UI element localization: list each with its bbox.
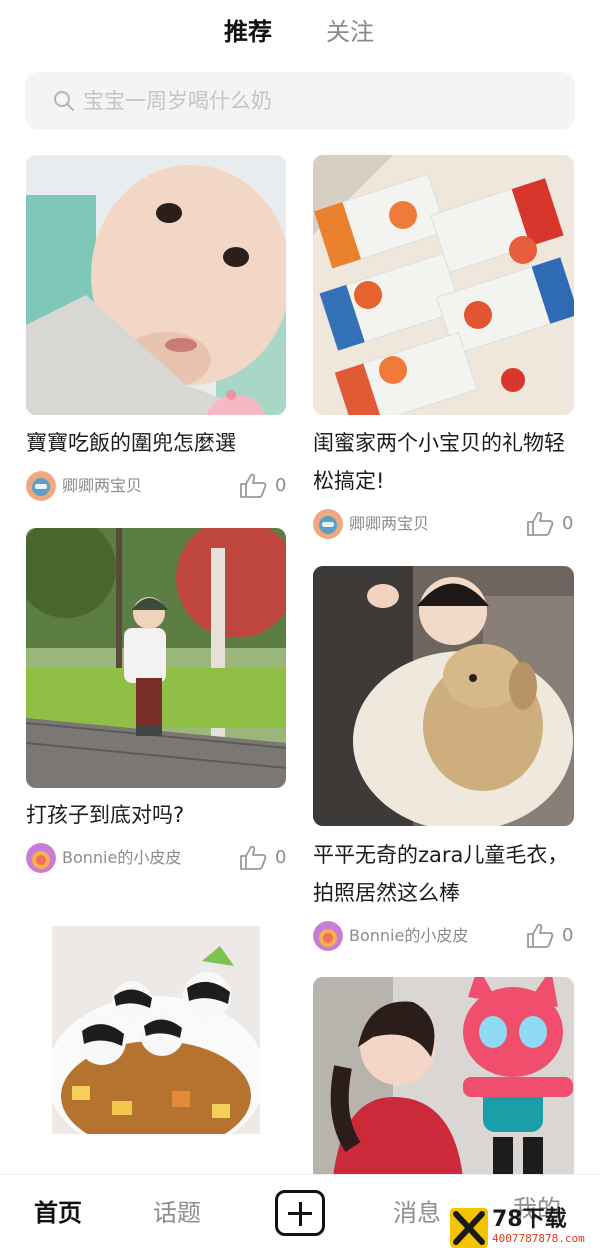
card-image-rice-balls[interactable]: [52, 926, 260, 1134]
card-image-park-walk[interactable]: [26, 528, 286, 788]
card-title[interactable]: 闺蜜家两个小宝贝的礼物轻松搞定!: [313, 424, 583, 500]
x-logo-icon: [450, 1208, 488, 1248]
watermark-brand: 78下载: [492, 1207, 567, 1232]
watermark-url: 4007787878.com: [492, 1232, 585, 1245]
avatar[interactable]: [313, 921, 343, 951]
like-count: 0: [562, 925, 574, 946]
card-image-gift-pouches[interactable]: [313, 155, 574, 415]
thumbs-up-icon[interactable]: [239, 473, 267, 499]
watermark-logo: 78下载 4007787878.com: [450, 1208, 600, 1248]
author-name[interactable]: Bonnie的小皮皮: [349, 921, 468, 951]
thumbs-up-icon[interactable]: [526, 511, 554, 537]
thumbs-up-icon[interactable]: [239, 845, 267, 871]
card-title[interactable]: 打孩子到底对吗?: [26, 796, 296, 834]
avatar[interactable]: [313, 509, 343, 539]
nav-messages[interactable]: 消息: [393, 1195, 441, 1231]
tab-follow[interactable]: 关注: [326, 14, 374, 50]
top-tab-bar: 推荐 关注: [0, 0, 600, 64]
card-image-bib[interactable]: [26, 155, 286, 415]
card-title[interactable]: 寶寶吃飯的圍兜怎麼選: [26, 424, 296, 462]
like-count: 0: [562, 513, 574, 534]
card-title[interactable]: 平平无奇的zara儿童毛衣，拍照居然这么棒: [313, 836, 583, 912]
avatar[interactable]: [26, 843, 56, 873]
author-name[interactable]: Bonnie的小皮皮: [62, 843, 181, 873]
create-post-button[interactable]: [275, 1190, 325, 1236]
nav-home[interactable]: 首页: [34, 1195, 82, 1231]
tab-recommend[interactable]: 推荐: [224, 14, 272, 50]
search-input[interactable]: [83, 82, 553, 120]
search-bar[interactable]: [25, 72, 575, 130]
like-count: 0: [275, 847, 287, 868]
author-name[interactable]: 卿卿两宝贝: [349, 509, 429, 539]
like-count: 0: [275, 475, 287, 496]
search-icon: [54, 91, 74, 111]
avatar[interactable]: [26, 471, 56, 501]
nav-topics[interactable]: 话题: [153, 1195, 201, 1231]
author-name[interactable]: 卿卿两宝贝: [62, 471, 142, 501]
card-image-sweater[interactable]: [313, 566, 574, 826]
thumbs-up-icon[interactable]: [526, 923, 554, 949]
card-image-toy-fox[interactable]: [313, 977, 574, 1177]
